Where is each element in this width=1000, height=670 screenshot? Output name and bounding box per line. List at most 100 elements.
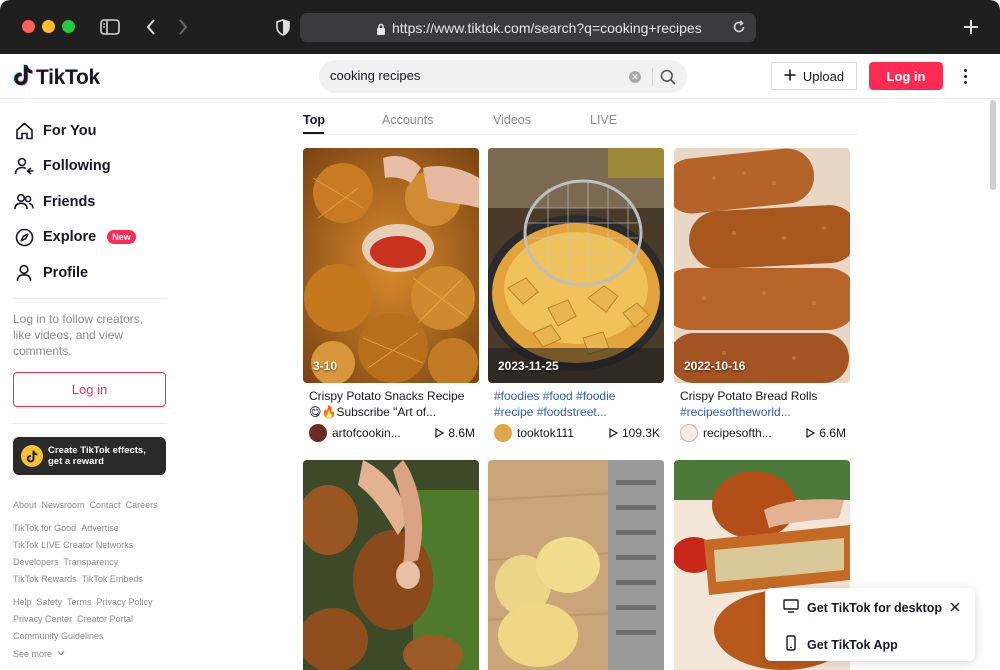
close-window-button[interactable] <box>22 20 35 33</box>
sidebar-item-following[interactable]: Following <box>14 156 111 176</box>
video-card[interactable]: 2022-10-16 Crispy Potato Bread Rolls #re… <box>674 148 850 444</box>
friends-icon <box>14 192 34 212</box>
video-card[interactable]: 2023-11-25 #foodies #food #foodie #recip… <box>488 148 664 444</box>
footer-link[interactable]: About <box>13 500 37 510</box>
page-scrollbar[interactable] <box>990 100 996 190</box>
close-icon[interactable] <box>949 600 961 612</box>
footer-link[interactable]: TikTok LIVE Creator Networks <box>13 540 133 550</box>
avatar[interactable] <box>309 424 327 442</box>
sidebar-item-for-you[interactable]: For You <box>14 121 96 141</box>
minimize-window-button[interactable] <box>42 20 55 33</box>
see-more-label: See more <box>13 649 53 659</box>
video-meta: tooktok111 109.3K <box>494 424 660 442</box>
top-navigation: TikTok ✕ Upload Log in <box>0 54 1000 99</box>
back-arrow-icon[interactable] <box>144 17 158 37</box>
footer-link[interactable]: Help <box>13 597 32 607</box>
get-desktop-link[interactable]: Get TikTok for desktop <box>783 599 942 616</box>
video-card[interactable] <box>303 460 479 670</box>
sidebar-item-label: For You <box>43 123 97 139</box>
video-description[interactable]: Crispy Potato Bread Rolls #recipesofthew… <box>680 389 850 420</box>
tiktok-logo[interactable]: TikTok <box>13 64 100 91</box>
video-thumbnail[interactable]: 3-10 <box>303 148 479 383</box>
video-card[interactable] <box>488 460 664 670</box>
footer-link[interactable]: Privacy Policy <box>97 597 153 607</box>
sidebar-login-button[interactable]: Log in <box>13 372 166 407</box>
profile-icon <box>14 263 34 283</box>
footer-links-row: Privacy Center Creator Portal <box>13 614 133 624</box>
forward-arrow-icon[interactable] <box>176 17 190 37</box>
search-icon[interactable] <box>657 67 679 87</box>
creator-username[interactable]: tooktok111 <box>517 426 609 440</box>
creator-username[interactable]: artofcookin... <box>332 426 435 440</box>
sidebar-item-label: Friends <box>43 194 96 210</box>
footer-link[interactable]: Transparency <box>64 557 119 567</box>
sidebar-divider <box>13 423 167 424</box>
view-count: 8.6M <box>435 426 475 440</box>
footer-link[interactable]: TikTok Rewards <box>13 574 77 584</box>
upload-button[interactable]: Upload <box>771 62 857 90</box>
avatar[interactable] <box>494 424 512 442</box>
active-tab-indicator <box>303 132 324 134</box>
desktop-monitor-icon <box>783 599 799 616</box>
url-text: https://www.tiktok.com/search?q=cooking+… <box>392 20 702 36</box>
tab-live[interactable]: LIVE <box>590 113 617 127</box>
new-badge: New <box>107 230 136 244</box>
clear-search-icon[interactable]: ✕ <box>629 71 641 83</box>
sidebar-item-friends[interactable]: Friends <box>14 192 95 212</box>
avatar[interactable] <box>680 424 698 442</box>
footer-links-row: Help Safety Terms Privacy Policy <box>13 597 153 607</box>
sidebar-toggle-icon[interactable] <box>99 17 121 37</box>
plus-icon <box>784 69 796 84</box>
privacy-shield-icon[interactable] <box>274 17 292 37</box>
video-description[interactable]: #foodies #food #foodie #recipe #foodstre… <box>494 389 664 420</box>
reload-icon[interactable] <box>732 20 746 39</box>
footer-link[interactable]: Contact <box>90 500 121 510</box>
new-tab-icon[interactable] <box>961 17 981 37</box>
footer-links-row: TikTok LIVE Creator Networks <box>13 540 133 550</box>
sidebar-item-explore[interactable]: Explore New <box>14 227 136 247</box>
footer-link[interactable]: Developers <box>13 557 59 567</box>
footer-link[interactable]: Terms <box>67 597 92 607</box>
view-count-value: 6.6M <box>819 426 846 440</box>
footer-links-row: Community Guidelines <box>13 631 104 641</box>
footer-links-row: About Newsroom Contact Careers <box>13 500 158 510</box>
more-options-icon[interactable] <box>958 66 972 86</box>
video-meta: recipesofth... 6.6M <box>680 424 846 442</box>
video-thumbnail[interactable]: 2022-10-16 <box>674 148 850 383</box>
footer-link[interactable]: Careers <box>126 500 158 510</box>
tab-accounts[interactable]: Accounts <box>382 113 433 127</box>
search-input[interactable] <box>330 68 620 83</box>
video-thumbnail[interactable]: 2023-11-25 <box>488 148 664 383</box>
maximize-window-button[interactable] <box>62 20 75 33</box>
video-thumbnail[interactable] <box>303 460 479 670</box>
footer-link[interactable]: Safety <box>37 597 63 607</box>
video-card[interactable]: 3-10 Crispy Potato Snacks Recipe 😋🔥Subsc… <box>303 148 479 444</box>
footer-link[interactable]: Creator Portal <box>77 614 133 624</box>
footer-link[interactable]: Privacy Center <box>13 614 72 624</box>
footer-link[interactable]: Community Guidelines <box>13 631 104 641</box>
see-more-link[interactable]: See more <box>13 649 65 659</box>
effects-banner[interactable]: Create TikTok effects, get a reward <box>13 437 166 475</box>
address-bar[interactable]: https://www.tiktok.com/search?q=cooking+… <box>300 13 756 42</box>
tab-top[interactable]: Top <box>303 113 325 127</box>
home-icon <box>14 121 34 141</box>
following-icon <box>14 156 34 176</box>
footer-link[interactable]: TikTok for Good <box>13 523 76 533</box>
video-thumbnail[interactable] <box>488 460 664 670</box>
play-icon <box>435 428 445 438</box>
footer-link[interactable]: Newsroom <box>42 500 85 510</box>
video-title: Crispy Potato Snacks Recipe <box>309 389 465 403</box>
footer-link[interactable]: Advertise <box>81 523 119 533</box>
view-count-value: 109.3K <box>621 426 660 440</box>
video-title: Crispy Potato Bread Rolls <box>680 389 818 403</box>
login-button[interactable]: Log in <box>869 62 943 90</box>
chevron-down-icon <box>57 649 65 659</box>
sidebar-item-profile[interactable]: Profile <box>14 263 88 283</box>
sidebar-item-label: Explore <box>43 229 97 245</box>
video-description[interactable]: Crispy Potato Snacks Recipe 😋🔥Subscribe … <box>309 389 479 420</box>
tab-videos[interactable]: Videos <box>493 113 531 127</box>
creator-username[interactable]: recipesofth... <box>703 426 806 440</box>
footer-links-row: Developers Transparency <box>13 557 118 567</box>
footer-link[interactable]: TikTok Embeds <box>82 574 143 584</box>
get-app-link[interactable]: Get TikTok App <box>783 635 898 654</box>
